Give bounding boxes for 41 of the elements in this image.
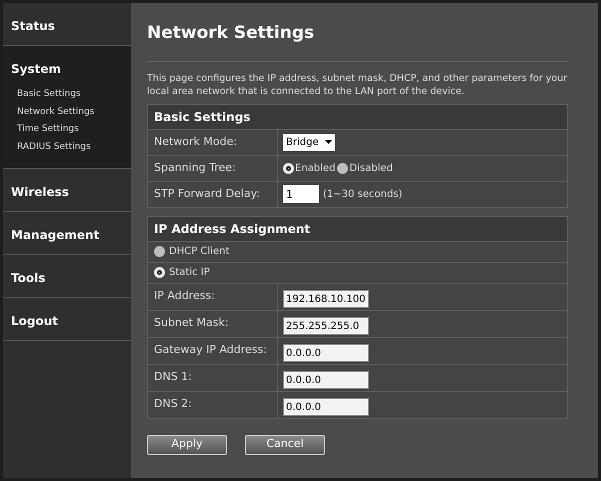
input-field[interactable]: 0.0.0.0 xyxy=(283,371,369,389)
nav-subitem[interactable]: Time Settings xyxy=(17,123,131,136)
nav-item[interactable]: Logout xyxy=(3,298,131,330)
radio-label: DHCP Client xyxy=(169,245,230,259)
mode-dropdown[interactable]: Bridge xyxy=(283,134,335,150)
input-field[interactable]: 192.168.10.100 xyxy=(283,290,369,308)
nav-subitem[interactable]: RADIUS Settings xyxy=(17,140,131,154)
nav-subitem[interactable]: Basic Settings xyxy=(17,88,131,102)
field-label: STP Forward Delay: xyxy=(148,182,278,206)
radio-label: Disabled xyxy=(349,162,393,176)
nav-item[interactable]: Status xyxy=(3,3,131,35)
radio-button[interactable] xyxy=(154,246,165,257)
input-field[interactable]: 0.0.0.0 xyxy=(283,398,369,416)
field-label: DNS 1: xyxy=(148,364,278,390)
section-heading: IP Address Assignment xyxy=(148,216,567,240)
nav-item[interactable]: System xyxy=(3,46,131,78)
input-field[interactable]: 0.0.0.0 xyxy=(283,344,369,362)
nav-item[interactable]: Wireless xyxy=(3,169,131,201)
action-button[interactable]: Cancel xyxy=(245,434,325,454)
page-description: This page configures the IP address, subnet mask, DHCP, and other parameters for your local area network that is connected to the LAN port of the device. xyxy=(147,72,568,98)
nav-item[interactable]: Management xyxy=(3,212,131,244)
page-title: Network Settings xyxy=(147,3,568,62)
action-button[interactable]: Apply xyxy=(147,434,227,454)
field-label: Network Mode: xyxy=(148,130,278,154)
radio-button[interactable] xyxy=(283,162,294,174)
field-label: Gateway IP Address: xyxy=(148,338,278,364)
input-field[interactable]: 255.255.255.0 xyxy=(283,317,369,335)
nav-subitem[interactable]: Network Settings xyxy=(17,106,131,119)
radio-button[interactable] xyxy=(154,267,165,278)
hint-text: (1~30 seconds) xyxy=(323,188,402,202)
nav-item[interactable]: Tools xyxy=(3,255,131,287)
radio-label: Static IP xyxy=(169,266,210,280)
field-label: Subnet Mask: xyxy=(148,310,278,336)
field-label: Spanning Tree: xyxy=(148,156,278,180)
caret-icon xyxy=(324,140,332,144)
section-heading: Basic Settings xyxy=(148,104,567,128)
radio-button[interactable] xyxy=(337,162,348,174)
input-field[interactable]: 1 xyxy=(283,185,319,203)
field-label: IP Address: xyxy=(148,284,278,310)
radio-label: Enabled xyxy=(295,162,336,176)
field-label: DNS 2: xyxy=(148,392,278,418)
